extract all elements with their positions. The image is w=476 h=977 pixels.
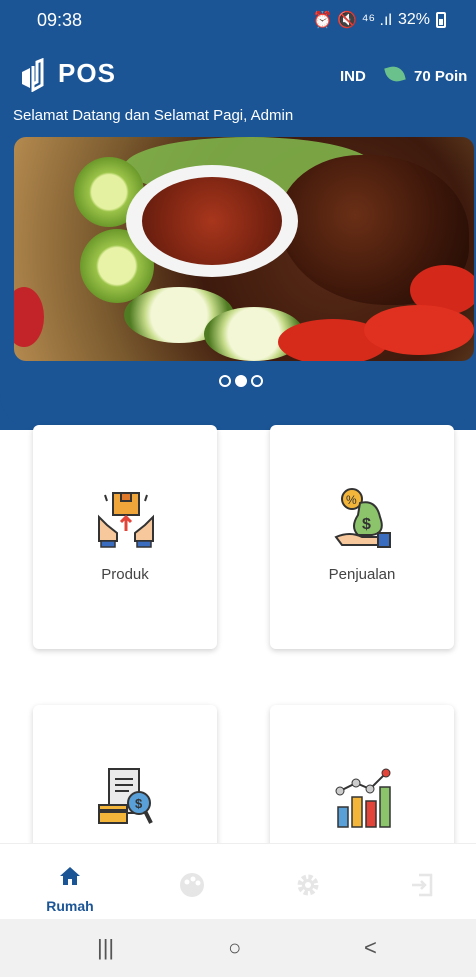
home-icon [60,867,80,885]
carousel-dot[interactable] [251,375,263,387]
bottom-navigation: Rumah [0,843,476,919]
products-hands-box-icon [98,492,154,548]
svg-text:$: $ [135,796,143,811]
nav-item-rumah[interactable]: Rumah [30,852,110,914]
app-bar: POS IND 70 Poin [0,52,476,100]
menu-card-label: Produk [101,566,149,583]
greeting-text: Selamat Datang dan Selamat Pagi, Admin [13,107,294,124]
menu-card-penjualan[interactable]: % $ Penjualan [270,425,454,649]
menu-card-label: Penjualan [328,566,396,583]
banner-decor [142,177,282,265]
back-button[interactable]: < [364,935,377,961]
nav-item-palette[interactable] [152,852,232,914]
system-navigation: ||| ○ < [0,919,476,977]
money-bag-discount-icon: % $ [334,488,391,548]
app-logo-icon [22,58,44,92]
banner-decor [14,287,44,347]
logout-icon [412,873,433,897]
app-title: POS [58,58,116,88]
home-button[interactable]: ○ [228,935,241,961]
nav-item-settings[interactable] [268,852,348,914]
gear-icon [297,874,319,896]
status-bar: 09:38 ⏰ 🔇 ⁴⁶ .ıl 32% [0,0,476,44]
menu-card-report[interactable] [270,705,454,865]
status-time: 09:38 [37,10,83,30]
carousel-dot-active[interactable] [235,375,247,387]
nav-label: Rumah [46,898,94,914]
status-indicators: ⏰ 🔇 ⁴⁶ .ıl [312,12,392,29]
palette-icon [180,873,204,897]
battery-level: 32% [397,11,430,28]
menu-card-produk[interactable]: Produk [33,425,217,649]
carousel-dot[interactable] [219,375,231,387]
carousel-indicator [219,375,263,387]
leaf-icon [384,63,406,85]
status-icons: ⏰ 🔇 ⁴⁶ .ıl 32% [313,10,446,30]
banner-carousel[interactable] [14,137,474,361]
banner-decor [364,305,474,355]
receipt-invoice-icon: $ [98,768,153,824]
battery-icon [436,12,446,28]
language-selector[interactable]: IND [340,68,366,85]
nav-item-logout[interactable] [382,852,462,914]
menu-card-invoice[interactable]: $ [33,705,217,865]
bar-chart-growth-icon [335,768,391,828]
svg-text:$: $ [362,516,371,533]
svg-text:%: % [346,493,357,507]
points-badge[interactable]: 70 Poin [414,68,467,85]
recent-apps-button[interactable]: ||| [97,935,114,961]
